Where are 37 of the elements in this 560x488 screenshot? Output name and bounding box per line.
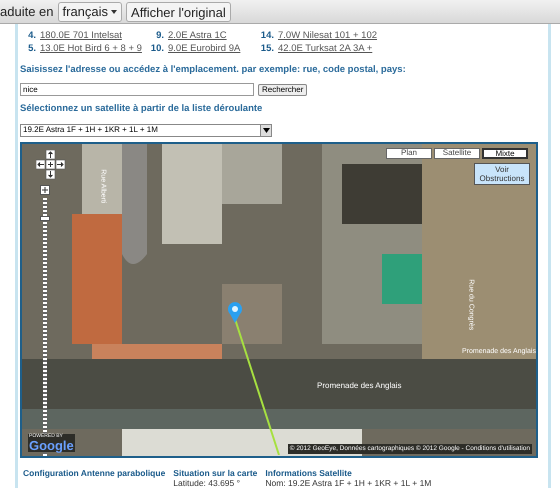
language-dropdown[interactable]: français — [58, 2, 122, 22]
search-button[interactable]: Rechercher — [258, 84, 308, 96]
dropdown-arrow-icon — [260, 124, 271, 136]
caret-icon — [111, 10, 118, 14]
info-text: Latitude: 43.695 ° — [173, 478, 242, 488]
pan-control-icon[interactable] — [36, 150, 66, 180]
satellite-link[interactable]: 7.0W Nilesat 101 + 102 — [278, 29, 378, 42]
list-number: 15. — [260, 42, 274, 55]
satellite-link[interactable]: 2.0E Astra 1C — [168, 29, 227, 42]
address-input[interactable]: nice — [20, 83, 254, 96]
list-number: 10. — [150, 42, 164, 55]
section-heading: Configuration Antenne parabolique — [23, 468, 166, 478]
map-type-tab[interactable]: Mixte — [482, 148, 528, 158]
satellite-link[interactable]: 13.0E Hot Bird 6 + 8 + 9 — [40, 42, 142, 55]
show-original-button[interactable]: Afficher l'original — [126, 2, 231, 22]
address-prompt: Saisissez l'adresse ou accédez à l'emplacement. par exemple: rue, code postal, pays: — [20, 63, 407, 77]
google-logo: Google — [28, 439, 75, 452]
list-number: 5. — [27, 42, 36, 55]
list-number: 9. — [155, 29, 164, 42]
slider-thumb[interactable] — [40, 216, 50, 222]
obstructions-button[interactable]: Voir Obstructions — [474, 162, 530, 184]
map-type-tab[interactable]: Plan — [386, 148, 432, 158]
satellite-prompt: Sélectionnez un satellite à partir de la liste déroulante — [20, 102, 264, 116]
section-heading: Informations Satellite — [265, 468, 353, 478]
list-number: 14. — [260, 29, 274, 42]
satellite-link[interactable]: 9.0E Eurobird 9A — [168, 42, 240, 55]
section-heading: Situation sur la carte — [173, 468, 258, 478]
map-type-tab[interactable]: Satellite — [434, 148, 480, 158]
location-pin-icon — [227, 300, 243, 322]
street-label: Promenade des Anglais — [317, 380, 402, 392]
satellite-link[interactable]: 180.0E 701 Intelsat — [40, 29, 122, 42]
translate-label: aduite en — [0, 2, 54, 21]
zoom-in-button[interactable] — [40, 184, 50, 194]
list-number: 4. — [27, 29, 36, 42]
satellite-link[interactable]: 42.0E Turksat 2A 3A + — [278, 42, 372, 55]
info-text: Nom: 19.2E Astra 1F + 1H + 1KR + 1L + 1M — [265, 478, 432, 488]
satellite-dropdown[interactable]: 19.2E Astra 1F + 1H + 1KR + 1L + 1M — [20, 124, 272, 136]
